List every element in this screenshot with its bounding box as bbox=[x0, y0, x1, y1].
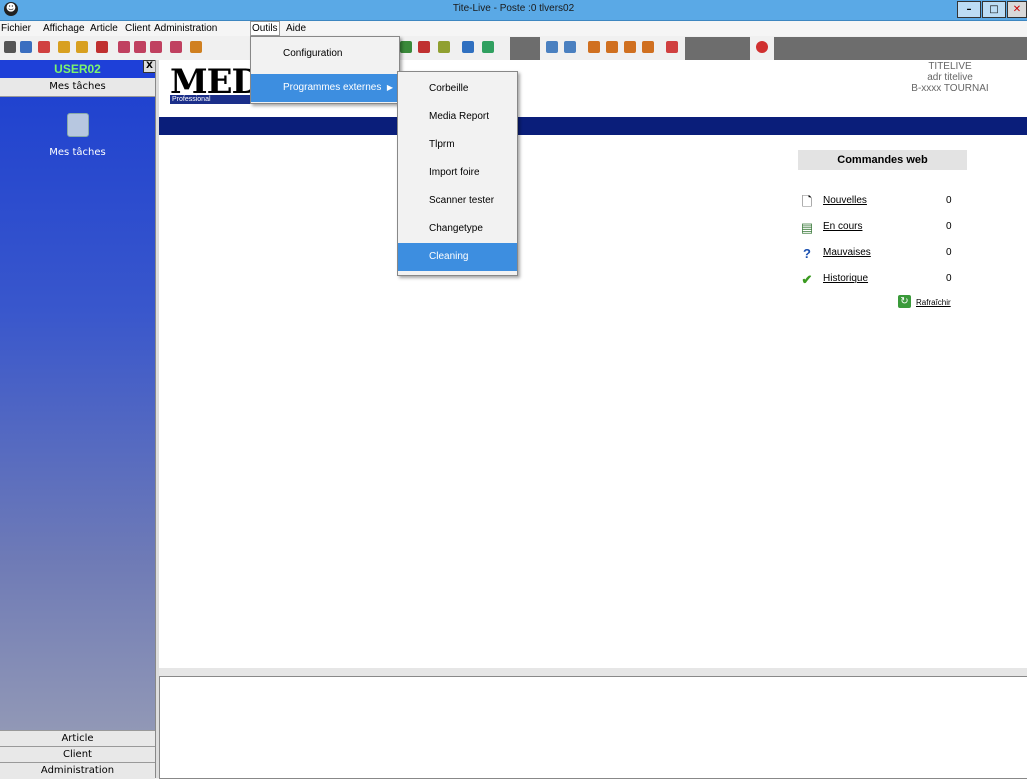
company-line1: TITELIVE bbox=[928, 61, 972, 72]
web-orders-title: Commandes web bbox=[798, 150, 967, 170]
external-programs-submenu: Corbeille Media Report Tlprm Import foir… bbox=[397, 71, 518, 276]
toolbar-flag2-icon[interactable] bbox=[606, 41, 618, 53]
toolbar-grid-icon[interactable] bbox=[400, 41, 412, 53]
web-order-count: 0 bbox=[946, 195, 952, 206]
toolbar-book-icon[interactable] bbox=[58, 41, 70, 53]
window-title: Tite-Live - Poste :0 tlvers02 bbox=[452, 3, 575, 14]
close-button[interactable]: ✕ bbox=[1007, 1, 1027, 18]
toolbar-group-mid bbox=[398, 37, 510, 60]
toolbar-edit-icon[interactable] bbox=[438, 41, 450, 53]
menu-affichage[interactable]: Affichage bbox=[42, 22, 86, 35]
task-label[interactable]: Mes tâches bbox=[0, 147, 155, 158]
left-panel bbox=[0, 60, 155, 778]
submenu-item-changetype[interactable]: Changetype bbox=[398, 215, 517, 243]
toolbar-flag5-icon[interactable] bbox=[666, 41, 678, 53]
company-line3: B-xxxx TOURNAI bbox=[911, 83, 989, 94]
web-order-link-mauvaises[interactable]: Mauvaises bbox=[823, 247, 871, 258]
nav-article[interactable]: Article bbox=[0, 730, 155, 746]
web-order-row: 🗋 Nouvelles 0 bbox=[800, 195, 960, 211]
checkmark-icon: ✔ bbox=[801, 272, 813, 287]
toolbar-chart-icon[interactable] bbox=[418, 41, 430, 53]
web-order-link-historique[interactable]: Historique bbox=[823, 273, 868, 284]
web-order-link-nouvelles[interactable]: Nouvelles bbox=[823, 195, 867, 206]
toolbar-tool4-icon[interactable] bbox=[170, 41, 182, 53]
toolbar-refresh-icon[interactable] bbox=[482, 41, 494, 53]
title-bar: Tite-Live - Poste :0 tlvers02 bbox=[0, 0, 1027, 21]
menu-bar: Fichier Affichage Article Client Adminis… bbox=[0, 21, 1027, 36]
maximize-button[interactable]: □ bbox=[982, 1, 1006, 18]
web-order-row: ▤ En cours 0 bbox=[800, 221, 960, 237]
toolbar-flag4-icon[interactable] bbox=[642, 41, 654, 53]
toolbar-user-icon[interactable] bbox=[38, 41, 50, 53]
toolbar-book2-icon[interactable] bbox=[76, 41, 88, 53]
toolbar-group-end bbox=[750, 37, 774, 60]
menu-outils[interactable]: Outils bbox=[250, 21, 280, 36]
toolbar-export-icon[interactable] bbox=[462, 41, 474, 53]
submenu-item-import-foire[interactable]: Import foire bbox=[398, 159, 517, 187]
menu-item-configuration[interactable]: Configuration bbox=[251, 40, 399, 68]
logo-subtitle: Professional bbox=[170, 95, 254, 104]
section-mes-taches[interactable]: Mes tâches bbox=[0, 78, 155, 97]
company-address: TITELIVE adr titelive B-xxxx TOURNAI bbox=[880, 61, 1020, 94]
submenu-item-cleaning[interactable]: Cleaning bbox=[398, 243, 517, 271]
web-order-link-en-cours[interactable]: En cours bbox=[823, 221, 862, 232]
toolbar-tool3-icon[interactable] bbox=[150, 41, 162, 53]
nav-administration[interactable]: Administration bbox=[0, 762, 155, 779]
nav-client[interactable]: Client bbox=[0, 746, 155, 762]
web-order-row: ✔ Historique 0 bbox=[800, 273, 960, 289]
in-progress-icon: ▤ bbox=[800, 220, 814, 235]
toolbar-window2-icon[interactable] bbox=[546, 41, 558, 53]
outils-dropdown: Configuration Programmes externes ▶ bbox=[250, 36, 400, 104]
menu-client[interactable]: Client bbox=[124, 22, 152, 35]
toolbar-search-icon[interactable] bbox=[20, 41, 32, 53]
menu-item-programmes-externes[interactable]: Programmes externes ▶ bbox=[251, 74, 399, 102]
toolbar-window-icon[interactable] bbox=[4, 41, 16, 53]
menu-article[interactable]: Article bbox=[89, 22, 119, 35]
menu-administration[interactable]: Administration bbox=[153, 22, 218, 35]
menu-aide[interactable]: Aide bbox=[285, 22, 307, 35]
company-line2: adr titelive bbox=[927, 72, 973, 83]
web-order-count: 0 bbox=[946, 247, 952, 258]
submenu-item-corbeille[interactable]: Corbeille bbox=[398, 75, 517, 103]
toolbar-stop-icon[interactable] bbox=[756, 41, 768, 53]
submenu-item-tlprm[interactable]: Tlprm bbox=[398, 131, 517, 159]
web-order-count: 0 bbox=[946, 221, 952, 232]
refresh-link[interactable]: Rafraîchir bbox=[916, 298, 951, 307]
app-icon[interactable]: ☻ bbox=[4, 2, 18, 16]
toolbar-tool-icon[interactable] bbox=[118, 41, 130, 53]
toolbar-flag3-icon[interactable] bbox=[624, 41, 636, 53]
minimize-button[interactable]: – bbox=[957, 1, 981, 18]
task-icon[interactable] bbox=[67, 113, 89, 137]
refresh-icon[interactable]: ↻ bbox=[898, 295, 911, 308]
pane-splitter[interactable] bbox=[159, 668, 1027, 676]
toolbar-window3-icon[interactable] bbox=[564, 41, 576, 53]
menu-item-programmes-externes-label: Programmes externes bbox=[283, 82, 382, 93]
header-band bbox=[159, 117, 1027, 135]
menu-fichier[interactable]: Fichier bbox=[0, 22, 32, 35]
toolbar-save-icon[interactable] bbox=[96, 41, 108, 53]
web-order-row: ? Mauvaises 0 bbox=[800, 247, 960, 263]
toolbar-stamp-icon[interactable] bbox=[190, 41, 202, 53]
new-document-icon: 🗋 bbox=[801, 194, 813, 209]
toolbar-flag-icon[interactable] bbox=[588, 41, 600, 53]
question-icon: ? bbox=[803, 246, 811, 261]
toolbar-group-left bbox=[0, 37, 250, 60]
submenu-arrow-icon: ▶ bbox=[386, 83, 393, 92]
toolbar-group-right bbox=[540, 37, 685, 60]
user-name: USER02 bbox=[0, 60, 155, 78]
web-order-count: 0 bbox=[946, 273, 952, 284]
toolbar-tool2-icon[interactable] bbox=[134, 41, 146, 53]
submenu-item-media-report[interactable]: Media Report bbox=[398, 103, 517, 131]
submenu-item-scanner-tester[interactable]: Scanner tester bbox=[398, 187, 517, 215]
bottom-pane bbox=[159, 676, 1027, 779]
